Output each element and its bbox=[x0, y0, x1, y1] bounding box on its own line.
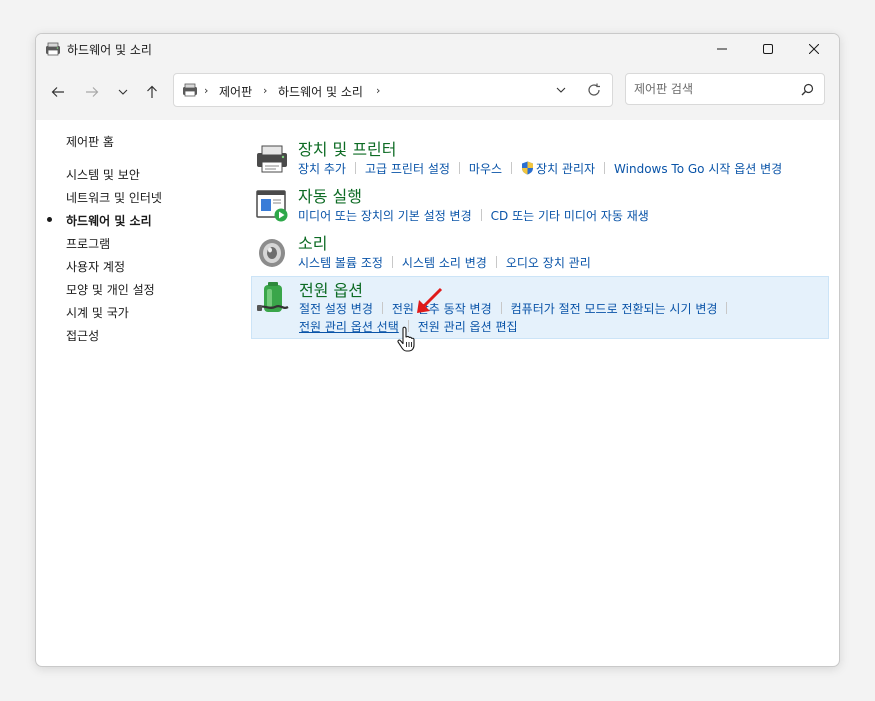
category-title[interactable]: 전원 옵션 bbox=[299, 277, 363, 301]
title-bar: 하드웨어 및 소리 bbox=[36, 34, 839, 64]
control-panel-window: 하드웨어 및 소리 › 제어판 › 하드웨어 및 소리 › 제어판 검색 제어판… bbox=[35, 33, 840, 667]
link-divider bbox=[480, 209, 482, 221]
recent-locations-button[interactable] bbox=[111, 80, 135, 104]
back-arrow-icon bbox=[51, 87, 64, 97]
address-bar[interactable]: › 제어판 › 하드웨어 및 소리 › bbox=[173, 73, 613, 107]
sidebar-item-accessibility[interactable]: 접근성 bbox=[66, 327, 99, 344]
chevron-down-icon bbox=[118, 89, 128, 95]
sidebar-item-control-panel-home[interactable]: 제어판 홈 bbox=[66, 133, 114, 150]
active-bullet-icon bbox=[47, 217, 52, 222]
breadcrumb-separator-icon: › bbox=[204, 84, 209, 97]
control-panel-icon bbox=[183, 83, 197, 97]
link-change-sleep-settings[interactable]: 절전 설정 변경 bbox=[299, 302, 373, 316]
up-button[interactable] bbox=[140, 80, 164, 104]
category-title[interactable]: 장치 및 프린터 bbox=[298, 136, 397, 160]
minimize-button[interactable] bbox=[699, 34, 745, 64]
maximize-icon bbox=[763, 44, 773, 54]
link-change-system-sounds[interactable]: 시스템 소리 변경 bbox=[402, 256, 487, 270]
breadcrumb-separator-icon: › bbox=[263, 84, 268, 97]
minimize-icon bbox=[717, 48, 727, 50]
sidebar: 제어판 홈 시스템 및 보안 네트워크 및 인터넷 하드웨어 및 소리 프로그램… bbox=[36, 120, 241, 660]
window-title: 하드웨어 및 소리 bbox=[67, 43, 152, 57]
breadcrumb-control-panel[interactable]: 제어판 bbox=[219, 83, 252, 100]
up-arrow-icon bbox=[147, 85, 157, 98]
hardware-sound-icon bbox=[46, 42, 60, 56]
link-adjust-volume[interactable]: 시스템 볼륨 조정 bbox=[298, 256, 383, 270]
uac-shield-icon bbox=[522, 161, 534, 175]
navigation-bar: › 제어판 › 하드웨어 및 소리 › bbox=[36, 64, 839, 120]
speaker-icon bbox=[259, 239, 285, 267]
back-button[interactable] bbox=[46, 80, 70, 104]
link-mouse[interactable]: 마우스 bbox=[469, 162, 502, 176]
link-device-manager[interactable]: 장치 관리자 bbox=[536, 162, 595, 176]
link-sleep-timing[interactable]: 컴퓨터가 절전 모드로 전환되는 시기 변경 bbox=[511, 302, 718, 316]
category-sound: 소리 시스템 볼륨 조정 시스템 소리 변경 오디오 장치 관리 bbox=[251, 230, 829, 272]
annotation-arrow-icon bbox=[417, 287, 443, 313]
link-divider bbox=[726, 302, 728, 314]
link-divider bbox=[511, 162, 513, 174]
link-manage-audio-devices[interactable]: 오디오 장치 관리 bbox=[506, 256, 591, 270]
link-divider bbox=[354, 162, 356, 174]
chevron-down-icon[interactable] bbox=[556, 85, 566, 95]
search-input[interactable] bbox=[634, 81, 794, 97]
sidebar-item-programs[interactable]: 프로그램 bbox=[66, 235, 110, 252]
link-advanced-printer-setup[interactable]: 고급 프린터 설정 bbox=[365, 162, 450, 176]
link-choose-power-plan[interactable]: 전원 관리 옵션 선택 bbox=[299, 320, 399, 334]
autoplay-icon bbox=[256, 190, 288, 222]
link-cd-autoplay[interactable]: CD 또는 기타 미디어 자동 재생 bbox=[491, 209, 649, 223]
printer-icon bbox=[257, 145, 287, 173]
hand-cursor-icon bbox=[397, 326, 415, 352]
category-power-options: 전원 옵션 절전 설정 변경 전원 단추 동작 변경 컴퓨터가 절전 모드로 전환되… bbox=[251, 276, 829, 339]
link-edit-power-plan[interactable]: 전원 관리 옵션 편집 bbox=[418, 320, 518, 334]
link-add-device[interactable]: 장치 추가 bbox=[298, 162, 346, 176]
battery-icon bbox=[257, 282, 289, 312]
link-divider bbox=[458, 162, 460, 174]
link-windows-to-go[interactable]: Windows To Go 시작 옵션 변경 bbox=[614, 162, 782, 176]
link-divider bbox=[500, 302, 502, 314]
category-autoplay: 자동 실행 미디어 또는 장치의 기본 설정 변경 CD 또는 기타 미디어 자동… bbox=[251, 183, 829, 225]
sidebar-item-system-security[interactable]: 시스템 및 보안 bbox=[66, 166, 140, 183]
link-divider bbox=[495, 256, 497, 268]
sidebar-item-clock-region[interactable]: 시계 및 국가 bbox=[66, 304, 129, 321]
search-icon[interactable] bbox=[801, 83, 814, 96]
link-divider bbox=[604, 162, 606, 174]
maximize-button[interactable] bbox=[745, 34, 791, 64]
breadcrumb-hardware-sound[interactable]: 하드웨어 및 소리 bbox=[278, 83, 363, 100]
main-content: 장치 및 프린터 장치 추가 고급 프린터 설정 마우스 장치 관리자 Windows … bbox=[251, 120, 831, 660]
sidebar-item-appearance[interactable]: 모양 및 개인 설정 bbox=[66, 281, 155, 298]
refresh-icon[interactable] bbox=[587, 83, 601, 97]
forward-arrow-icon bbox=[86, 87, 99, 97]
forward-button[interactable] bbox=[80, 80, 104, 104]
close-icon bbox=[809, 44, 819, 54]
close-button[interactable] bbox=[791, 34, 837, 64]
link-divider bbox=[381, 302, 383, 314]
category-devices-printers: 장치 및 프린터 장치 추가 고급 프린터 설정 마우스 장치 관리자 Windows … bbox=[251, 136, 829, 178]
category-title[interactable]: 소리 bbox=[298, 230, 327, 254]
sidebar-item-hardware-sound[interactable]: 하드웨어 및 소리 bbox=[66, 212, 152, 229]
link-media-defaults[interactable]: 미디어 또는 장치의 기본 설정 변경 bbox=[298, 209, 472, 223]
category-title[interactable]: 자동 실행 bbox=[298, 183, 362, 207]
sidebar-item-network-internet[interactable]: 네트워크 및 인터넷 bbox=[66, 189, 162, 206]
search-box[interactable] bbox=[625, 73, 825, 105]
sidebar-item-user-accounts[interactable]: 사용자 계정 bbox=[66, 258, 125, 275]
link-divider bbox=[391, 256, 393, 268]
breadcrumb-separator-icon: › bbox=[376, 84, 381, 97]
